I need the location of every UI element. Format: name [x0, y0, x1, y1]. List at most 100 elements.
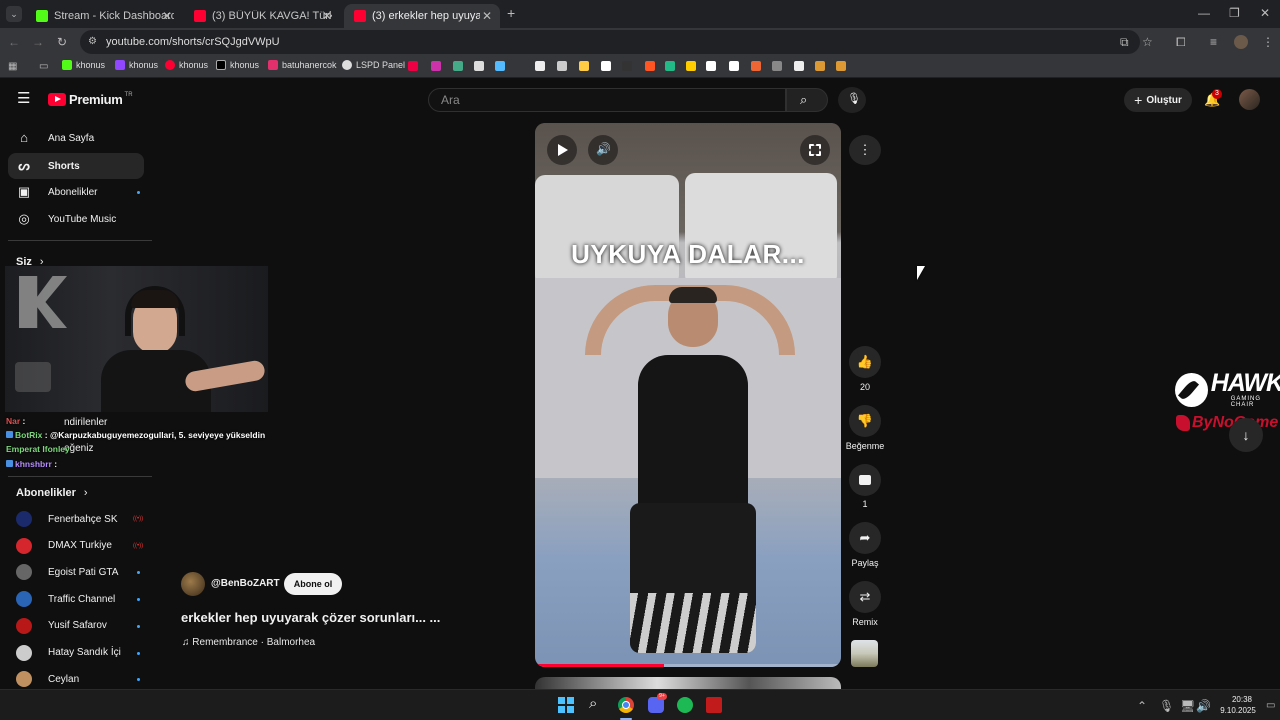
- bookmark-favicon-icon[interactable]: [601, 61, 611, 71]
- minimize-icon[interactable]: —: [1198, 6, 1210, 20]
- sidebar-subscriptions-header[interactable]: Abonelikler ›: [16, 487, 88, 499]
- volume-button[interactable]: 🔊: [588, 135, 618, 165]
- tray-overflow-icon[interactable]: ⌃: [1137, 699, 1147, 713]
- close-tab-icon[interactable]: ✕: [162, 9, 172, 23]
- bookmark-kick-khonus[interactable]: khonus: [62, 60, 105, 70]
- hamburger-menu-icon[interactable]: ☰: [17, 91, 30, 106]
- bookmark-twitch-khonus[interactable]: khonus: [115, 60, 158, 70]
- channel-avatar[interactable]: [181, 572, 205, 596]
- bookmark-favicon-icon[interactable]: [665, 61, 675, 71]
- bookmark-favicon-icon[interactable]: [836, 61, 846, 71]
- subscription-item[interactable]: Fenerbahçe SK ((•)): [8, 506, 144, 532]
- bookmark-x-khonus[interactable]: khonus: [216, 60, 259, 70]
- forward-icon[interactable]: →: [32, 35, 44, 49]
- bookmark-favicon-icon[interactable]: [815, 61, 825, 71]
- bookmark-favicon-icon[interactable]: [579, 61, 589, 71]
- streamer-app-taskbar-icon[interactable]: [706, 697, 722, 713]
- next-short-preview[interactable]: [535, 677, 841, 689]
- bookmark-favicon-icon[interactable]: [408, 61, 418, 71]
- subscription-item[interactable]: Yusif Safarov: [8, 613, 144, 639]
- bookmark-star-icon[interactable]: ☆: [1142, 35, 1153, 49]
- sidebar-partial-downloads[interactable]: ndirilenler: [64, 417, 107, 428]
- bookmark-favicon-icon[interactable]: [622, 61, 632, 71]
- bookmark-youtube-khonus[interactable]: khonus: [165, 60, 208, 70]
- spotify-taskbar-icon[interactable]: [677, 697, 693, 713]
- sidebar-item-shorts[interactable]: ᔕ Shorts: [8, 153, 144, 179]
- chrome-menu-icon[interactable]: ⋮: [1262, 35, 1274, 49]
- share-button[interactable]: ➦: [849, 522, 881, 554]
- video-progress-track[interactable]: [535, 664, 841, 667]
- taskbar-date[interactable]: 9.10.2025: [1213, 706, 1263, 715]
- bookmark-favicon-icon[interactable]: [535, 61, 545, 71]
- play-button[interactable]: [547, 135, 577, 165]
- subscription-item[interactable]: Hatay Sandık İçi: [8, 640, 144, 666]
- subscription-item[interactable]: DMAX Turkiye ((•)): [8, 533, 144, 559]
- account-avatar[interactable]: [1239, 89, 1260, 110]
- tray-mic-icon[interactable]: 🎙: [1159, 699, 1174, 713]
- sidebar-item-subscriptions[interactable]: ▣ Abonelikler: [8, 179, 144, 205]
- scroll-down-button[interactable]: ↓: [1229, 418, 1263, 452]
- restore-icon[interactable]: ❐: [1229, 6, 1240, 20]
- search-input[interactable]: Ara: [428, 88, 786, 112]
- subscribe-button[interactable]: Abone ol: [284, 573, 342, 595]
- media-control-icon[interactable]: ≡: [1210, 35, 1217, 49]
- profile-avatar[interactable]: [1234, 35, 1248, 49]
- notifications-button[interactable]: 🔔 3: [1202, 89, 1222, 110]
- bookmark-favicon-icon[interactable]: [453, 61, 463, 71]
- extensions-icon[interactable]: ⧠: [1176, 35, 1186, 49]
- taskbar-search-icon[interactable]: ⌕: [589, 696, 597, 711]
- tray-network-icon[interactable]: 🖥: [1180, 699, 1195, 713]
- bookmark-favicon-icon[interactable]: [474, 61, 484, 71]
- short-music[interactable]: ♫ Remembrance · Balmorhea: [182, 637, 315, 648]
- windows-start-icon[interactable]: [558, 697, 574, 713]
- taskbar-time[interactable]: 20:38: [1222, 695, 1262, 704]
- tab-search-icon[interactable]: ⌄: [6, 6, 22, 22]
- site-info-icon[interactable]: ⚙: [88, 35, 97, 49]
- discord-taskbar-icon[interactable]: 9+: [648, 693, 667, 713]
- subscription-item[interactable]: Egoist Pati GTA: [8, 559, 144, 585]
- bookmark-favicon-icon[interactable]: [729, 61, 739, 71]
- tab-youtube-video[interactable]: (3) BÜYÜK KAVGA! Türkiye'de Y ✕: [184, 4, 340, 28]
- notification-center-icon[interactable]: ▭: [1266, 699, 1275, 713]
- tray-volume-icon[interactable]: 🔊: [1196, 699, 1211, 713]
- chrome-taskbar-icon[interactable]: [618, 697, 634, 713]
- search-button[interactable]: ⌕: [786, 88, 828, 112]
- short-title[interactable]: erkekler hep uyuyarak çözer sorunları...…: [181, 610, 440, 625]
- apps-grid-icon[interactable]: ▦: [8, 60, 17, 74]
- bookmark-favicon-icon[interactable]: [751, 61, 761, 71]
- fullscreen-button[interactable]: [800, 135, 830, 165]
- sound-thumbnail[interactable]: [851, 640, 878, 667]
- bookmark-favicon-icon[interactable]: [495, 61, 505, 71]
- bookmark-instagram[interactable]: batuhanercok: [268, 60, 337, 70]
- sidebar-item-home[interactable]: ⌂ Ana Sayfa: [8, 125, 144, 151]
- tab-youtube-shorts[interactable]: (3) erkekler hep uyuyarak çözer ✕: [344, 4, 500, 28]
- close-tab-icon[interactable]: ✕: [482, 9, 492, 23]
- remix-button[interactable]: ⇄: [849, 581, 881, 613]
- reload-icon[interactable]: ↻: [57, 35, 67, 49]
- subscription-item[interactable]: Traffic Channel: [8, 586, 144, 612]
- create-button[interactable]: + Oluştur: [1124, 88, 1192, 112]
- bookmark-favicon-icon[interactable]: [794, 61, 804, 71]
- back-icon[interactable]: ←: [8, 35, 20, 49]
- bookmark-favicon-icon[interactable]: [557, 61, 567, 71]
- dislike-button[interactable]: 👎: [849, 405, 881, 437]
- shorts-video-player[interactable]: UYKUYA DALAR... 🔊: [535, 123, 841, 667]
- comments-button[interactable]: [849, 464, 881, 496]
- close-tab-icon[interactable]: ✕: [322, 9, 332, 23]
- close-window-icon[interactable]: ✕: [1260, 6, 1270, 20]
- voice-search-button[interactable]: 🎙: [838, 87, 866, 113]
- more-options-button[interactable]: ⋮: [849, 135, 881, 165]
- channel-handle[interactable]: @BenBoZART: [211, 578, 280, 589]
- bookmark-favicon-icon[interactable]: [706, 61, 716, 71]
- tab-kick-dashboard[interactable]: Stream - Kick Dashboard ✕: [26, 4, 180, 28]
- url-field[interactable]: ⚙ youtube.com/shorts/crSQJgdVWpU ⧉: [80, 30, 1140, 54]
- bookmark-lspd-panel[interactable]: LSPD Panel: [342, 60, 405, 70]
- bookmark-favicon-icon[interactable]: [686, 61, 696, 71]
- bookmark-favicon-icon[interactable]: [431, 61, 441, 71]
- bookmark-favicon-icon[interactable]: [645, 61, 655, 71]
- folder-icon[interactable]: ▭: [39, 60, 48, 74]
- sidebar-item-youtube-music[interactable]: ◎ YouTube Music: [8, 206, 144, 232]
- new-tab-icon[interactable]: +: [507, 6, 515, 20]
- like-button[interactable]: 👍: [849, 346, 881, 378]
- bookmark-favicon-icon[interactable]: [772, 61, 782, 71]
